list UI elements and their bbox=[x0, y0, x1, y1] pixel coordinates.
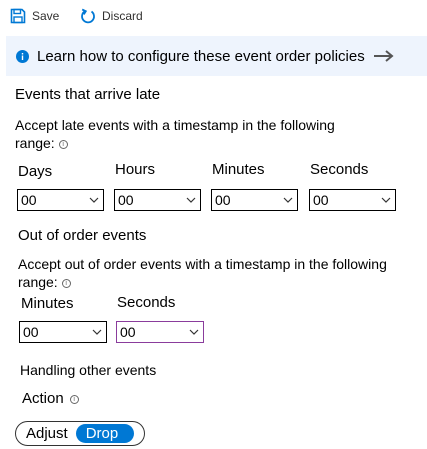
info-icon bbox=[16, 49, 29, 63]
toggle-option-drop[interactable]: Drop bbox=[75, 424, 135, 443]
info-tooltip-icon[interactable]: i bbox=[61, 279, 71, 288]
late-events-description: Accept late events with a timestamp in t… bbox=[15, 116, 415, 152]
seconds-label: Seconds bbox=[310, 161, 369, 178]
hours-select-value: 00 bbox=[118, 192, 134, 208]
out-of-order-description-line1: Accept out of order events with a timest… bbox=[18, 256, 387, 272]
out-of-order-title: Out of order events bbox=[18, 227, 147, 244]
action-toggle[interactable]: Adjust Drop bbox=[15, 421, 145, 446]
chevron-down-icon bbox=[89, 197, 99, 203]
info-bar-text: Learn how to configure these event order… bbox=[37, 47, 365, 65]
hours-label: Hours bbox=[115, 161, 156, 178]
action-label-row: Action i bbox=[22, 390, 79, 407]
ooo-minutes-label: Minutes bbox=[21, 295, 74, 312]
info-tooltip-icon[interactable]: i bbox=[58, 140, 68, 149]
out-of-order-description-line2: range: bbox=[18, 274, 58, 290]
save-label: Save bbox=[32, 9, 60, 23]
seconds-select-value: 00 bbox=[313, 192, 329, 208]
chevron-down-icon bbox=[381, 197, 391, 203]
toggle-option-adjust[interactable]: Adjust bbox=[18, 424, 76, 443]
late-events-description-line2: range: bbox=[15, 135, 55, 151]
minutes-select-value: 00 bbox=[215, 192, 231, 208]
minutes-select[interactable]: 00 bbox=[211, 189, 298, 211]
discard-button[interactable]: Discard bbox=[80, 8, 143, 24]
arrow-right-icon bbox=[373, 50, 394, 62]
other-events-title: Handling other events bbox=[20, 362, 157, 378]
chevron-down-icon bbox=[189, 329, 199, 335]
seconds-select[interactable]: 00 bbox=[309, 189, 396, 211]
action-label: Action bbox=[22, 390, 64, 407]
chevron-down-icon bbox=[283, 197, 293, 203]
chevron-down-icon bbox=[186, 197, 196, 203]
info-bar-link[interactable]: Learn how to configure these event order… bbox=[6, 36, 427, 76]
ooo-minutes-select-value: 00 bbox=[23, 324, 39, 340]
days-select[interactable]: 00 bbox=[17, 189, 104, 211]
minutes-label: Minutes bbox=[212, 161, 265, 178]
days-label: Days bbox=[18, 163, 53, 180]
save-icon bbox=[10, 8, 26, 24]
hours-select[interactable]: 00 bbox=[114, 189, 201, 211]
save-button[interactable]: Save bbox=[10, 8, 59, 24]
ooo-minutes-select[interactable]: 00 bbox=[19, 321, 107, 343]
discard-label: Discard bbox=[102, 9, 143, 23]
out-of-order-description: Accept out of order events with a timest… bbox=[18, 255, 423, 291]
ooo-seconds-select[interactable]: 00 bbox=[116, 321, 204, 343]
info-tooltip-icon[interactable]: i bbox=[69, 395, 79, 404]
ooo-seconds-select-value: 00 bbox=[120, 324, 136, 340]
late-events-description-line1: Accept late events with a timestamp in t… bbox=[15, 117, 335, 133]
ooo-seconds-label: Seconds bbox=[117, 294, 176, 311]
discard-icon bbox=[81, 8, 95, 24]
chevron-down-icon bbox=[92, 329, 102, 335]
late-events-title: Events that arrive late bbox=[15, 86, 161, 103]
days-select-value: 00 bbox=[21, 192, 37, 208]
